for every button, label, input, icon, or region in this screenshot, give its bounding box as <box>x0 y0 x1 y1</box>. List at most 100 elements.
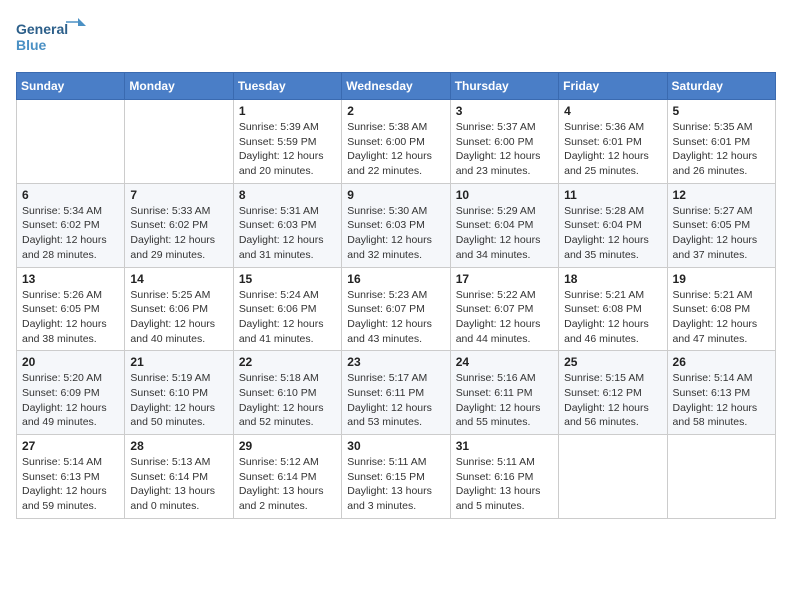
calendar-cell: 17 Sunrise: 5:22 AM Sunset: 6:07 PM Dayli… <box>450 267 558 351</box>
calendar-week-row: 13 Sunrise: 5:26 AM Sunset: 6:05 PM Dayli… <box>17 267 776 351</box>
calendar-cell: 13 Sunrise: 5:26 AM Sunset: 6:05 PM Dayli… <box>17 267 125 351</box>
calendar-week-row: 1 Sunrise: 5:39 AM Sunset: 5:59 PM Daylig… <box>17 100 776 184</box>
calendar-cell: 20 Sunrise: 5:20 AM Sunset: 6:09 PM Dayli… <box>17 351 125 435</box>
day-number: 16 <box>347 272 444 286</box>
calendar-cell: 26 Sunrise: 5:14 AM Sunset: 6:13 PM Dayli… <box>667 351 775 435</box>
day-info: Sunrise: 5:26 AM Sunset: 6:05 PM Dayligh… <box>22 288 119 347</box>
day-info: Sunrise: 5:19 AM Sunset: 6:10 PM Dayligh… <box>130 371 227 430</box>
day-info: Sunrise: 5:36 AM Sunset: 6:01 PM Dayligh… <box>564 120 661 179</box>
page-header: General Blue <box>16 16 776 60</box>
calendar-cell: 11 Sunrise: 5:28 AM Sunset: 6:04 PM Dayli… <box>559 183 667 267</box>
day-info: Sunrise: 5:22 AM Sunset: 6:07 PM Dayligh… <box>456 288 553 347</box>
day-info: Sunrise: 5:37 AM Sunset: 6:00 PM Dayligh… <box>456 120 553 179</box>
day-number: 3 <box>456 104 553 118</box>
calendar-cell: 2Sunrise: 5:38 AM Sunset: 6:00 PM Daylig… <box>342 100 450 184</box>
logo: General Blue <box>16 16 86 60</box>
day-number: 5 <box>673 104 770 118</box>
day-info: Sunrise: 5:11 AM Sunset: 6:16 PM Dayligh… <box>456 455 553 514</box>
day-number: 25 <box>564 355 661 369</box>
day-number: 13 <box>22 272 119 286</box>
calendar-table: SundayMondayTuesdayWednesdayThursdayFrid… <box>16 72 776 519</box>
calendar-cell: 19 Sunrise: 5:21 AM Sunset: 6:08 PM Dayli… <box>667 267 775 351</box>
day-info: Sunrise: 5:14 AM Sunset: 6:13 PM Dayligh… <box>22 455 119 514</box>
day-info: Sunrise: 5:33 AM Sunset: 6:02 PM Dayligh… <box>130 204 227 263</box>
day-number: 28 <box>130 439 227 453</box>
calendar-cell: 12Sunrise: 5:27 AM Sunset: 6:05 PM Dayli… <box>667 183 775 267</box>
calendar-header-row: SundayMondayTuesdayWednesdayThursdayFrid… <box>17 73 776 100</box>
day-number: 31 <box>456 439 553 453</box>
day-info: Sunrise: 5:15 AM Sunset: 6:12 PM Dayligh… <box>564 371 661 430</box>
day-number: 22 <box>239 355 336 369</box>
calendar-week-row: 20 Sunrise: 5:20 AM Sunset: 6:09 PM Dayli… <box>17 351 776 435</box>
day-info: Sunrise: 5:14 AM Sunset: 6:13 PM Dayligh… <box>673 371 770 430</box>
day-number: 4 <box>564 104 661 118</box>
day-info: Sunrise: 5:21 AM Sunset: 6:08 PM Dayligh… <box>564 288 661 347</box>
calendar-cell: 25 Sunrise: 5:15 AM Sunset: 6:12 PM Dayli… <box>559 351 667 435</box>
day-info: Sunrise: 5:28 AM Sunset: 6:04 PM Dayligh… <box>564 204 661 263</box>
calendar-header-friday: Friday <box>559 73 667 100</box>
day-number: 30 <box>347 439 444 453</box>
calendar-week-row: 27 Sunrise: 5:14 AM Sunset: 6:13 PM Dayli… <box>17 435 776 519</box>
calendar-cell: 14Sunrise: 5:25 AM Sunset: 6:06 PM Dayli… <box>125 267 233 351</box>
day-number: 10 <box>456 188 553 202</box>
day-info: Sunrise: 5:12 AM Sunset: 6:14 PM Dayligh… <box>239 455 336 514</box>
day-number: 21 <box>130 355 227 369</box>
day-number: 24 <box>456 355 553 369</box>
day-number: 8 <box>239 188 336 202</box>
day-number: 17 <box>456 272 553 286</box>
day-number: 7 <box>130 188 227 202</box>
calendar-cell: 18 Sunrise: 5:21 AM Sunset: 6:08 PM Dayli… <box>559 267 667 351</box>
calendar-cell: 6 Sunrise: 5:34 AM Sunset: 6:02 PM Daylig… <box>17 183 125 267</box>
day-info: Sunrise: 5:20 AM Sunset: 6:09 PM Dayligh… <box>22 371 119 430</box>
calendar-cell: 22Sunrise: 5:18 AM Sunset: 6:10 PM Dayli… <box>233 351 341 435</box>
calendar-cell: 5 Sunrise: 5:35 AM Sunset: 6:01 PM Daylig… <box>667 100 775 184</box>
calendar-header-thursday: Thursday <box>450 73 558 100</box>
day-number: 23 <box>347 355 444 369</box>
calendar-header-monday: Monday <box>125 73 233 100</box>
day-number: 9 <box>347 188 444 202</box>
day-number: 11 <box>564 188 661 202</box>
calendar-cell: 7 Sunrise: 5:33 AM Sunset: 6:02 PM Daylig… <box>125 183 233 267</box>
day-info: Sunrise: 5:13 AM Sunset: 6:14 PM Dayligh… <box>130 455 227 514</box>
day-number: 12 <box>673 188 770 202</box>
day-number: 18 <box>564 272 661 286</box>
calendar-cell: 27 Sunrise: 5:14 AM Sunset: 6:13 PM Dayli… <box>17 435 125 519</box>
calendar-cell: 1 Sunrise: 5:39 AM Sunset: 5:59 PM Daylig… <box>233 100 341 184</box>
svg-text:Blue: Blue <box>16 37 47 53</box>
day-number: 6 <box>22 188 119 202</box>
calendar-cell: 8 Sunrise: 5:31 AM Sunset: 6:03 PM Daylig… <box>233 183 341 267</box>
day-info: Sunrise: 5:34 AM Sunset: 6:02 PM Dayligh… <box>22 204 119 263</box>
calendar-cell: 30 Sunrise: 5:11 AM Sunset: 6:15 PM Dayli… <box>342 435 450 519</box>
calendar-cell: 16 Sunrise: 5:23 AM Sunset: 6:07 PM Dayli… <box>342 267 450 351</box>
day-info: Sunrise: 5:31 AM Sunset: 6:03 PM Dayligh… <box>239 204 336 263</box>
day-info: Sunrise: 5:29 AM Sunset: 6:04 PM Dayligh… <box>456 204 553 263</box>
day-info: Sunrise: 5:24 AM Sunset: 6:06 PM Dayligh… <box>239 288 336 347</box>
calendar-cell <box>17 100 125 184</box>
day-info: Sunrise: 5:39 AM Sunset: 5:59 PM Dayligh… <box>239 120 336 179</box>
day-info: Sunrise: 5:21 AM Sunset: 6:08 PM Dayligh… <box>673 288 770 347</box>
day-info: Sunrise: 5:35 AM Sunset: 6:01 PM Dayligh… <box>673 120 770 179</box>
calendar-cell: 21 Sunrise: 5:19 AM Sunset: 6:10 PM Dayli… <box>125 351 233 435</box>
day-info: Sunrise: 5:17 AM Sunset: 6:11 PM Dayligh… <box>347 371 444 430</box>
calendar-cell <box>559 435 667 519</box>
calendar-cell: 24 Sunrise: 5:16 AM Sunset: 6:11 PM Dayli… <box>450 351 558 435</box>
day-number: 20 <box>22 355 119 369</box>
day-info: Sunrise: 5:38 AM Sunset: 6:00 PM Dayligh… <box>347 120 444 179</box>
calendar-week-row: 6 Sunrise: 5:34 AM Sunset: 6:02 PM Daylig… <box>17 183 776 267</box>
day-number: 27 <box>22 439 119 453</box>
day-number: 26 <box>673 355 770 369</box>
day-info: Sunrise: 5:16 AM Sunset: 6:11 PM Dayligh… <box>456 371 553 430</box>
calendar-cell: 4 Sunrise: 5:36 AM Sunset: 6:01 PM Daylig… <box>559 100 667 184</box>
day-info: Sunrise: 5:23 AM Sunset: 6:07 PM Dayligh… <box>347 288 444 347</box>
calendar-cell: 28 Sunrise: 5:13 AM Sunset: 6:14 PM Dayli… <box>125 435 233 519</box>
day-number: 29 <box>239 439 336 453</box>
day-number: 19 <box>673 272 770 286</box>
day-info: Sunrise: 5:30 AM Sunset: 6:03 PM Dayligh… <box>347 204 444 263</box>
calendar-cell <box>667 435 775 519</box>
day-info: Sunrise: 5:25 AM Sunset: 6:06 PM Dayligh… <box>130 288 227 347</box>
day-number: 15 <box>239 272 336 286</box>
day-info: Sunrise: 5:11 AM Sunset: 6:15 PM Dayligh… <box>347 455 444 514</box>
day-number: 1 <box>239 104 336 118</box>
logo-svg: General Blue <box>16 16 86 60</box>
calendar-cell: 3 Sunrise: 5:37 AM Sunset: 6:00 PM Daylig… <box>450 100 558 184</box>
